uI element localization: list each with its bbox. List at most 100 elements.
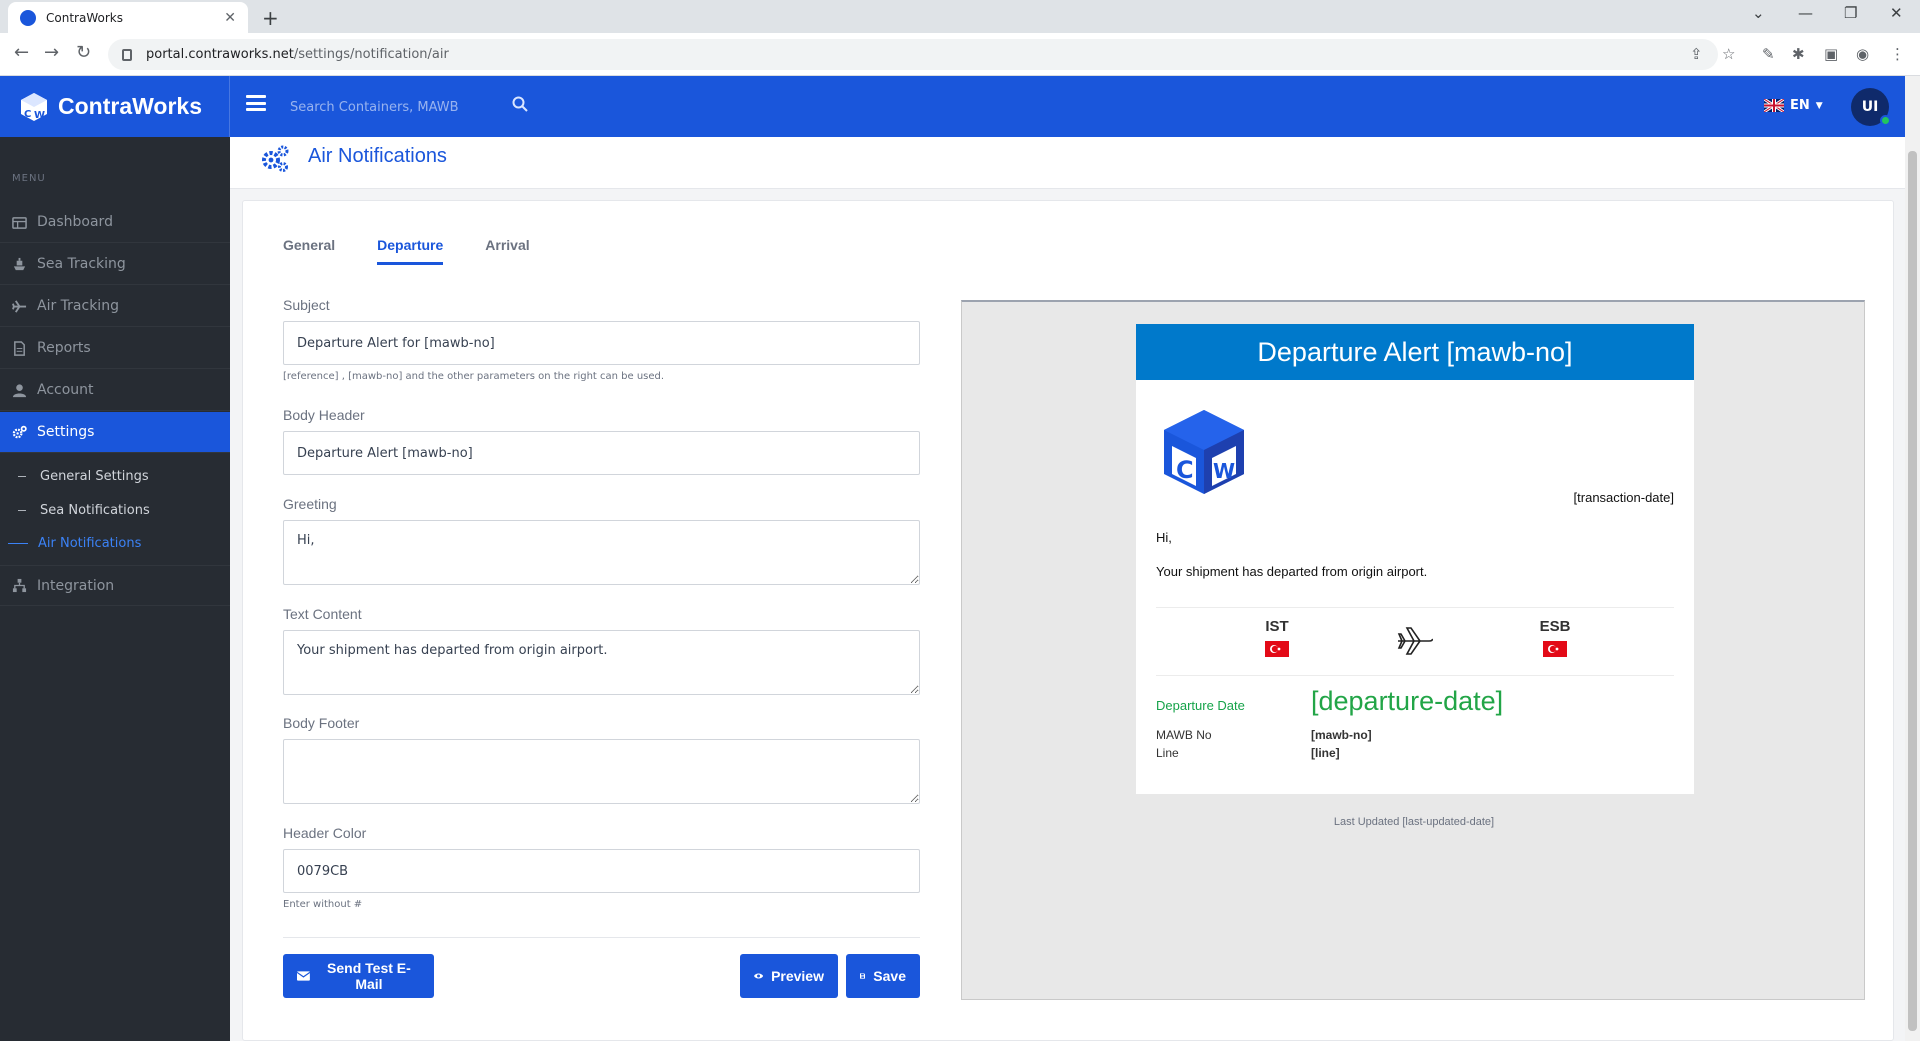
floppy-disk-icon xyxy=(860,973,866,979)
notification-settings-card: General Departure Arrival Subject [refer… xyxy=(242,200,1894,1041)
sidebar-item-label: Integration xyxy=(37,577,115,594)
gears-icon xyxy=(262,145,289,172)
page-scrollbar[interactable] xyxy=(1905,76,1920,1041)
header-color-field[interactable] xyxy=(283,849,920,893)
sidebar-item-label: Sea Tracking xyxy=(37,256,126,272)
subject-label: Subject xyxy=(283,297,330,313)
header-color-group: Header Color Enter without # xyxy=(283,825,920,910)
mawb-label: MAWB No xyxy=(1156,728,1212,742)
favicon-icon xyxy=(20,9,36,26)
preview-button[interactable]: Preview xyxy=(740,954,838,998)
body-footer-label: Body Footer xyxy=(283,715,360,731)
bookmark-star-icon[interactable]: ☆ xyxy=(1722,45,1735,63)
preview-button-label: Preview xyxy=(771,968,824,984)
tabs: General Departure Arrival xyxy=(283,237,572,265)
dashboard-icon xyxy=(12,216,27,229)
sidebar-item-dashboard[interactable]: Dashboard xyxy=(0,202,230,243)
body-header-field[interactable] xyxy=(283,431,920,475)
forward-icon[interactable]: → xyxy=(44,42,59,63)
submenu-dash xyxy=(18,509,26,511)
sidebar-item-settings[interactable]: Settings xyxy=(0,412,230,453)
sidebar-item-air-tracking[interactable]: Air Tracking xyxy=(0,286,230,327)
menu-caption: MENU xyxy=(12,173,46,184)
tab-search-icon[interactable]: ⌄ xyxy=(1752,4,1765,22)
sidebar: MENU Dashboard Sea Tracking Air Tracking… xyxy=(0,137,230,1041)
brand[interactable]: C W ContraWorks xyxy=(0,76,230,137)
greeting-field[interactable]: Hi, xyxy=(283,520,920,585)
header-color-label: Header Color xyxy=(283,825,367,841)
avatar[interactable]: UI xyxy=(1851,88,1891,126)
url-path: /settings/notification/air xyxy=(293,47,449,62)
back-icon[interactable]: ← xyxy=(14,42,29,63)
sidebar-item-sea-tracking[interactable]: Sea Tracking xyxy=(0,244,230,285)
body-header-label: Body Header xyxy=(283,407,365,423)
caret-down-icon: ▼ xyxy=(1815,100,1823,111)
avatar-initials: UI xyxy=(1861,99,1879,115)
tab-general[interactable]: General xyxy=(283,237,335,265)
lock-icon xyxy=(122,48,132,61)
body-footer-field[interactable] xyxy=(283,739,920,804)
email-text: Your shipment has departed from origin a… xyxy=(1156,564,1428,579)
extensions-icon[interactable]: ✱ xyxy=(1792,45,1805,63)
greeting-label: Greeting xyxy=(283,496,337,512)
side-panel-icon[interactable]: ▣ xyxy=(1824,45,1838,63)
text-content-label: Text Content xyxy=(283,606,362,622)
airplane-icon xyxy=(1397,627,1433,655)
sidebar-subitem-sea-notifications[interactable]: Sea Notifications xyxy=(0,495,230,525)
close-tab-icon[interactable]: ✕ xyxy=(224,10,236,26)
submenu-dash xyxy=(18,475,26,477)
email-greeting: Hi, xyxy=(1156,530,1172,545)
origin-airport: IST xyxy=(1247,618,1307,657)
text-content-group: Text Content Your shipment has departed … xyxy=(283,606,920,699)
browser-tab-bar: ContraWorks ✕ + ⌄ — ❐ ✕ xyxy=(0,0,1920,33)
greeting-group: Greeting Hi, xyxy=(283,496,920,589)
scrollbar-thumb[interactable] xyxy=(1908,151,1917,1031)
plane-icon xyxy=(12,299,27,313)
sidebar-item-label: Settings xyxy=(37,424,95,440)
sidebar-subitem-label: General Settings xyxy=(40,468,149,484)
sidebar-subitem-air-notifications[interactable]: Air Notifications xyxy=(0,528,230,558)
send-test-email-button[interactable]: Send Test E-Mail xyxy=(283,954,434,998)
tab-arrival[interactable]: Arrival xyxy=(485,237,529,265)
reload-icon[interactable]: ↻ xyxy=(76,42,91,63)
new-tab-icon[interactable]: + xyxy=(262,6,279,30)
eyedropper-icon[interactable]: ✎ xyxy=(1762,45,1775,63)
sidebar-subitem-label: Air Notifications xyxy=(38,535,142,551)
language-label: EN xyxy=(1790,98,1810,113)
turkey-flag-icon xyxy=(1543,641,1567,657)
subject-field[interactable] xyxy=(283,321,920,365)
hamburger-menu-icon[interactable] xyxy=(246,95,266,111)
sidebar-item-reports[interactable]: Reports xyxy=(0,328,230,369)
form-divider xyxy=(283,937,920,938)
browser-menu-icon[interactable]: ⋮ xyxy=(1890,45,1905,63)
sidebar-item-label: Air Tracking xyxy=(37,298,119,314)
sidebar-item-label: Dashboard xyxy=(37,214,113,230)
departure-date-value: [departure-date] xyxy=(1311,686,1504,716)
gears-icon xyxy=(12,425,27,438)
origin-code: IST xyxy=(1265,618,1289,635)
profile-icon[interactable]: ◉ xyxy=(1856,45,1869,63)
close-window-icon[interactable]: ✕ xyxy=(1890,4,1903,22)
url-field[interactable]: portal.contraworks.net/settings/notifica… xyxy=(108,39,1718,70)
tab-departure[interactable]: Departure xyxy=(377,237,444,265)
sidebar-item-account[interactable]: Account xyxy=(0,370,230,411)
save-button-label: Save xyxy=(873,968,906,984)
search-icon[interactable] xyxy=(512,96,528,112)
sidebar-item-integration[interactable]: Integration xyxy=(0,565,230,606)
main-content: Air Notifications General Departure Arri… xyxy=(230,137,1905,1041)
browser-tab[interactable]: ContraWorks ✕ xyxy=(8,2,248,33)
share-icon[interactable]: ⇪ xyxy=(1690,45,1703,63)
svg-text:C: C xyxy=(24,109,31,120)
contraworks-logo-icon: C W xyxy=(21,92,47,121)
search-input[interactable] xyxy=(290,92,530,122)
send-test-email-label: Send Test E-Mail xyxy=(327,960,411,992)
restore-icon[interactable]: ❐ xyxy=(1844,4,1857,22)
language-selector[interactable]: EN ▼ xyxy=(1764,98,1823,113)
save-button[interactable]: Save xyxy=(846,954,920,998)
sidebar-subitem-general-settings[interactable]: General Settings xyxy=(0,461,230,491)
minimize-icon[interactable]: — xyxy=(1798,4,1813,22)
svg-text:W: W xyxy=(34,110,45,121)
sitemap-icon xyxy=(12,578,27,593)
address-bar: ← → ↻ portal.contraworks.net/settings/no… xyxy=(0,33,1920,76)
text-content-field[interactable]: Your shipment has departed from origin a… xyxy=(283,630,920,695)
